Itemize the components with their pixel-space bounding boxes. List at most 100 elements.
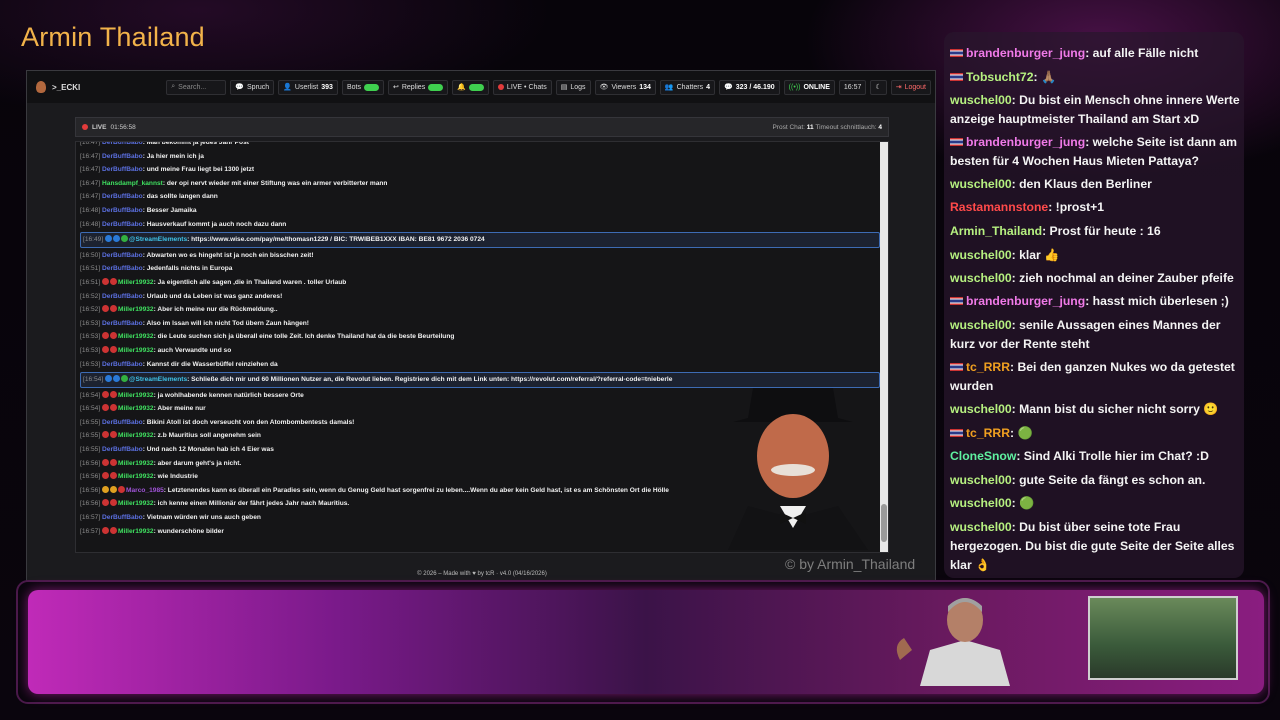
message-username[interactable]: @StreamElements bbox=[129, 376, 187, 383]
user-badge-icon bbox=[110, 277, 118, 285]
message-timestamp: [16:57] bbox=[80, 527, 101, 535]
replies-switch[interactable] bbox=[428, 83, 444, 91]
replies-label: Replies bbox=[401, 83, 426, 91]
stream-chat-message: CloneSnow: Sind Alki Trolle hier im Chat… bbox=[950, 447, 1240, 466]
message-timestamp: [16:53] bbox=[80, 333, 101, 341]
message-timestamp: [16:57] bbox=[80, 514, 101, 522]
viewers-button[interactable]: 👁 Viewers 134 bbox=[594, 79, 656, 95]
message-username[interactable]: DerBuffBabo bbox=[102, 293, 143, 300]
stream-chat-text: : gute Seite da fängt es schon an. bbox=[1011, 473, 1206, 487]
logs-button[interactable]: ▤ Logs bbox=[555, 79, 591, 95]
bots-switch[interactable] bbox=[363, 83, 379, 91]
message-username[interactable]: DerBuffBabo bbox=[102, 320, 143, 327]
message-text: : Ja hier mein ich ja bbox=[142, 152, 204, 160]
message-username[interactable]: DerBuffBabo bbox=[102, 221, 143, 228]
theme-toggle[interactable]: ☾ bbox=[870, 79, 887, 95]
chatters-button[interactable]: 👥 Chatters 4 bbox=[659, 79, 715, 95]
timeout-label: Timeout schnittlauch: bbox=[815, 123, 877, 131]
message-username[interactable]: DerBuffBabo bbox=[102, 207, 143, 214]
message-username[interactable]: Marco_1985 bbox=[126, 487, 164, 494]
flag-icon bbox=[950, 297, 963, 305]
message-username[interactable]: DerBuffBabo bbox=[102, 153, 143, 160]
message-username[interactable]: DerBuffBabo bbox=[102, 419, 143, 426]
message-timestamp: [16:54] bbox=[80, 405, 101, 413]
chat-message: [16:49] @StreamElements: https://www.wis… bbox=[80, 232, 880, 248]
chat-message: [16:52] Miller19932: Aber ich meine nur … bbox=[80, 303, 880, 317]
stream-chat-username: Rastamannstone bbox=[950, 200, 1049, 214]
scroll-thumb[interactable] bbox=[881, 504, 887, 542]
user-badge-icon bbox=[110, 458, 118, 466]
bot-badge-icon bbox=[113, 235, 121, 243]
message-username[interactable]: Miller19932 bbox=[118, 405, 154, 412]
message-username[interactable]: Miller19932 bbox=[118, 432, 154, 439]
brand[interactable]: >_ECKI bbox=[36, 81, 80, 93]
user-badge-icon bbox=[110, 305, 118, 313]
messages-counter[interactable]: 💬 323 / 46.190 bbox=[719, 79, 780, 95]
message-username[interactable]: Miller19932 bbox=[118, 460, 154, 467]
message-username[interactable]: DerBuffBabo bbox=[102, 142, 143, 146]
message-username[interactable]: Miller19932 bbox=[118, 392, 154, 399]
message-username[interactable]: Miller19932 bbox=[118, 347, 154, 354]
message-username[interactable]: @StreamElements bbox=[129, 236, 187, 243]
message-text: : Schließe dich mir und 60 Millionen Nut… bbox=[187, 376, 673, 384]
message-text: : Abwarten wo es hingeht ist ja noch ein… bbox=[142, 251, 314, 259]
message-text: : Besser Jamaika bbox=[142, 206, 197, 214]
chat-message: [16:47] Hansdampf_kannst: der opi nervt … bbox=[80, 177, 880, 191]
search-placeholder: Search... bbox=[178, 83, 207, 91]
chat-message: [16:47] DerBuffBabo: Ja hier mein ich ja bbox=[80, 150, 880, 164]
message-text: : und meine Frau liegt bei 1300 jetzt bbox=[142, 166, 255, 174]
live-chats-button[interactable]: LIVE • Chats bbox=[492, 79, 552, 95]
message-username[interactable]: Miller19932 bbox=[118, 279, 154, 286]
stream-chat-username: wuschel00 bbox=[950, 496, 1012, 510]
flag-icon bbox=[950, 138, 963, 146]
logout-button[interactable]: ⇥ Logout bbox=[890, 79, 931, 95]
message-username[interactable]: Miller19932 bbox=[118, 473, 154, 480]
live-label: LIVE bbox=[92, 123, 107, 131]
user-badge-icon bbox=[110, 390, 118, 398]
message-username[interactable]: DerBuffBabo bbox=[102, 252, 143, 259]
chat-message: [16:50] DerBuffBabo: Abwarten wo es hing… bbox=[80, 249, 880, 263]
user-badge-icon bbox=[110, 472, 118, 480]
message-text: : ich kenne einen Millionär der fährt je… bbox=[153, 500, 350, 508]
message-username[interactable]: Miller19932 bbox=[118, 306, 154, 313]
message-username[interactable]: Hansdampf_kannst bbox=[102, 180, 163, 187]
brand-label: >_ECKI bbox=[52, 82, 81, 92]
spruch-button[interactable]: 💬 Spruch bbox=[230, 79, 275, 95]
message-text: : das sollte langen dann bbox=[142, 193, 218, 201]
userlist-count: 393 bbox=[321, 83, 333, 91]
stream-chat-username: Armin_Thailand bbox=[950, 224, 1043, 238]
message-username[interactable]: DerBuffBabo bbox=[102, 361, 143, 368]
message-username[interactable]: Miller19932 bbox=[118, 333, 154, 340]
chat-message: [16:47] DerBuffBabo: und meine Frau lieg… bbox=[80, 163, 880, 177]
message-username[interactable]: DerBuffBabo bbox=[102, 166, 143, 173]
userlist-button[interactable]: 👤 Userlist 393 bbox=[278, 79, 338, 95]
bots-toggle[interactable]: Bots bbox=[341, 79, 384, 95]
search-input[interactable]: ⌕ Search... bbox=[166, 79, 227, 95]
webcam-garden bbox=[1088, 596, 1238, 680]
message-username[interactable]: Miller19932 bbox=[118, 528, 154, 535]
message-username[interactable]: DerBuffBabo bbox=[102, 265, 143, 272]
stream-chat-message: wuschel00: den Klaus den Berliner bbox=[950, 175, 1240, 194]
replies-toggle[interactable]: ↩ Replies bbox=[387, 79, 449, 95]
message-username[interactable]: DerBuffBabo bbox=[102, 193, 143, 200]
streamer-title: Armin Thailand bbox=[21, 22, 205, 52]
chat-scrollbar[interactable] bbox=[880, 142, 888, 552]
online-label: ONLINE bbox=[803, 83, 830, 91]
online-status: ((•)) ONLINE bbox=[783, 79, 835, 95]
prost-count: 11 bbox=[806, 123, 814, 131]
message-username[interactable]: Miller19932 bbox=[118, 500, 154, 507]
message-timestamp: [16:56] bbox=[80, 473, 101, 481]
spruch-label: Spruch bbox=[247, 83, 270, 91]
message-username[interactable]: DerBuffBabo bbox=[102, 446, 143, 453]
message-username[interactable]: DerBuffBabo bbox=[102, 514, 143, 521]
stream-chat-username: tc_RRR bbox=[966, 426, 1011, 440]
stream-chat-text: : 🙏🏽 bbox=[1033, 70, 1057, 84]
user-badge-icon bbox=[102, 305, 110, 313]
user-badge-icon bbox=[110, 332, 118, 340]
message-timestamp: [16:52] bbox=[80, 292, 101, 300]
copyright-watermark: © by Armin_Thailand bbox=[785, 556, 916, 572]
sound-switch[interactable] bbox=[468, 83, 484, 91]
stream-chat-username: wuschel00 bbox=[950, 93, 1012, 107]
sound-toggle[interactable]: 🔔 bbox=[452, 79, 489, 95]
speech-icon: 💬 bbox=[235, 84, 245, 91]
